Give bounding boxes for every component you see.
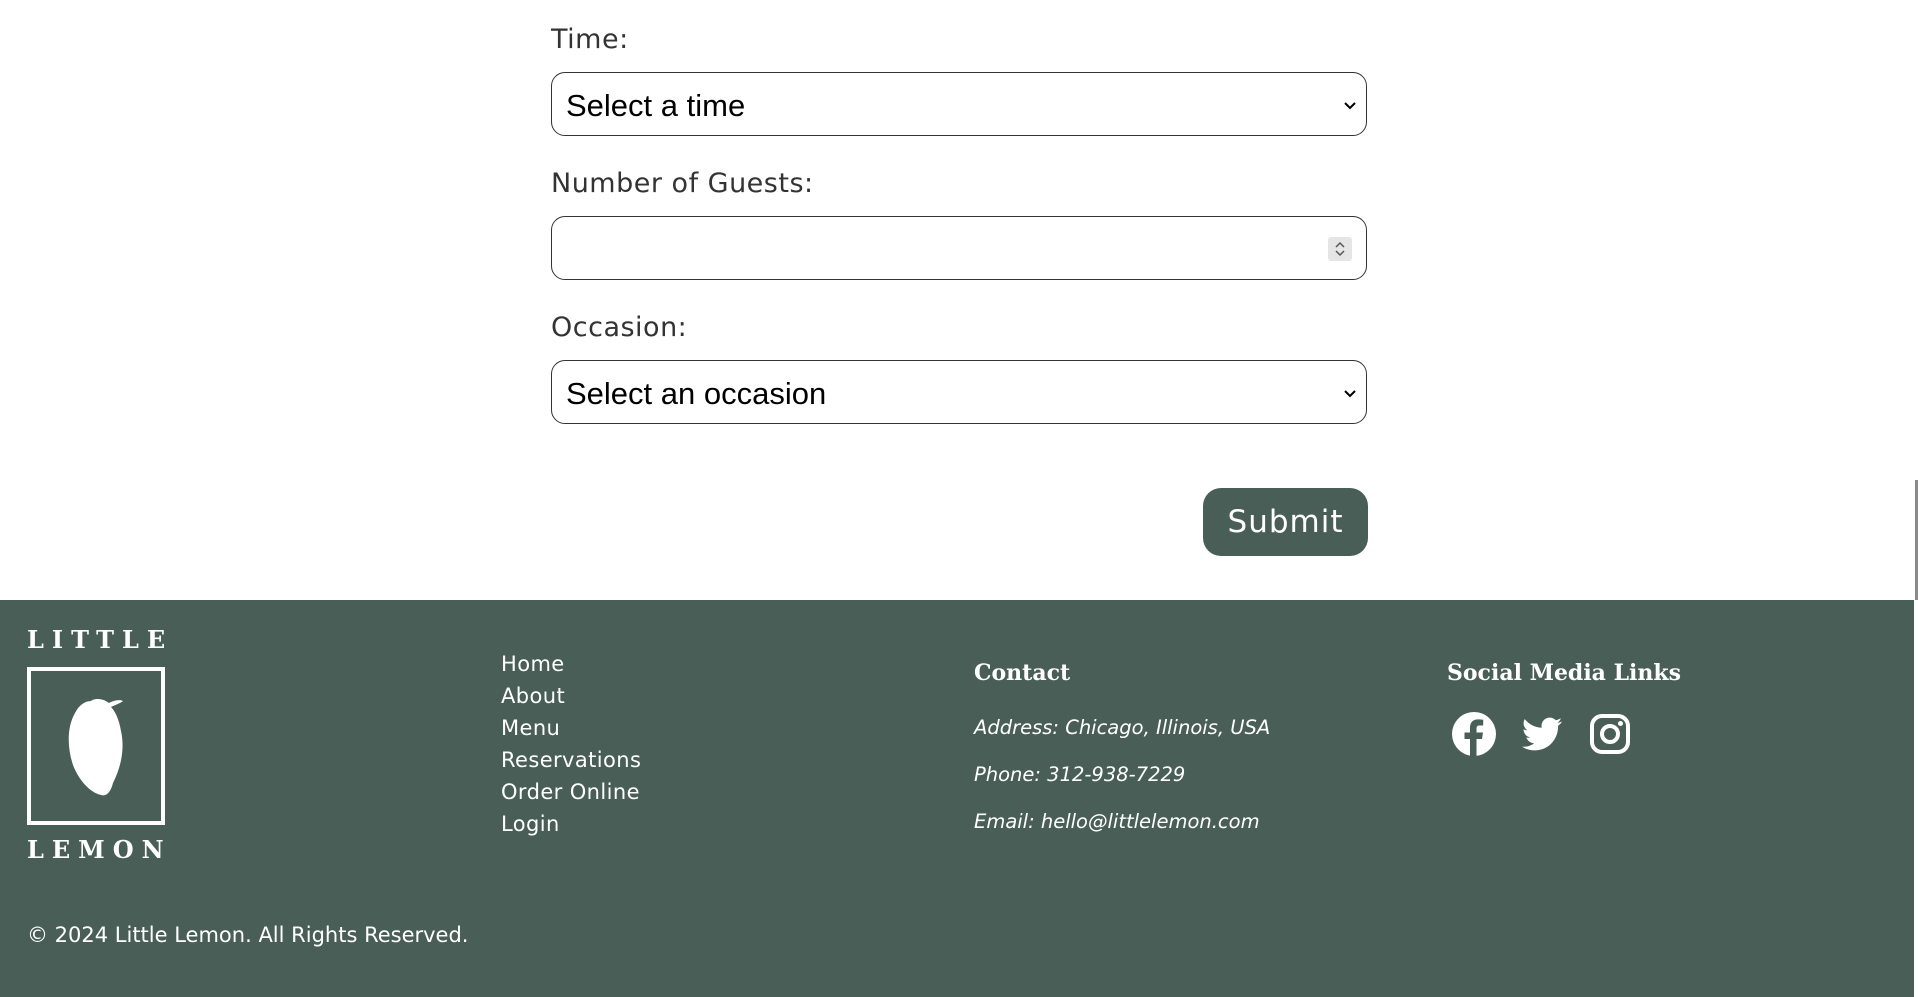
logo-bottom-word: LEMON: [27, 835, 172, 864]
footer-nav-about[interactable]: About: [501, 680, 641, 712]
contact-heading: Contact: [974, 660, 1071, 686]
time-select[interactable]: Select a time: [551, 72, 1367, 136]
time-label: Time:: [551, 24, 629, 55]
twitter-icon[interactable]: [1518, 710, 1566, 758]
occasion-label: Occasion:: [551, 312, 688, 343]
instagram-icon[interactable]: [1586, 710, 1634, 758]
copyright-text: © 2024 Little Lemon. All Rights Reserved…: [27, 923, 469, 947]
footer-nav-login[interactable]: Login: [501, 808, 641, 840]
footer-nav: Home About Menu Reservations Order Onlin…: [501, 648, 641, 840]
contact-address: Address: Chicago, Illinois, USA: [974, 716, 1271, 739]
submit-button[interactable]: Submit: [1203, 488, 1368, 556]
site-footer: LITTLE LEMON Home About Menu Reservation…: [0, 600, 1914, 997]
number-spinner[interactable]: [1328, 237, 1352, 261]
facebook-icon[interactable]: [1450, 710, 1498, 758]
guests-label: Number of Guests:: [551, 168, 814, 199]
lemon-icon: [68, 699, 123, 796]
logo-frame: [27, 667, 165, 825]
footer-nav-reservations[interactable]: Reservations: [501, 744, 641, 776]
footer-nav-menu[interactable]: Menu: [501, 712, 641, 744]
occasion-select[interactable]: Select an occasion: [551, 360, 1367, 424]
footer-nav-order-online[interactable]: Order Online: [501, 776, 641, 808]
time-select-value: Select a time: [566, 88, 746, 123]
contact-phone: Phone: 312-938-7229: [974, 763, 1186, 786]
footer-nav-home[interactable]: Home: [501, 648, 641, 680]
spinner-arrows-icon: [1335, 241, 1345, 257]
reservation-page: Time: Select a time Number of Guests: Oc…: [0, 0, 1918, 997]
chevron-down-icon: [1344, 390, 1356, 398]
social-heading: Social Media Links: [1447, 660, 1682, 686]
footer-logo[interactable]: LITTLE LEMON: [27, 625, 165, 869]
guests-input[interactable]: [551, 216, 1367, 280]
logo-top-word: LITTLE: [27, 625, 174, 654]
occasion-select-value: Select an occasion: [566, 376, 827, 411]
chevron-down-icon: [1344, 102, 1356, 110]
contact-email: Email: hello@littlelemon.com: [974, 810, 1260, 833]
